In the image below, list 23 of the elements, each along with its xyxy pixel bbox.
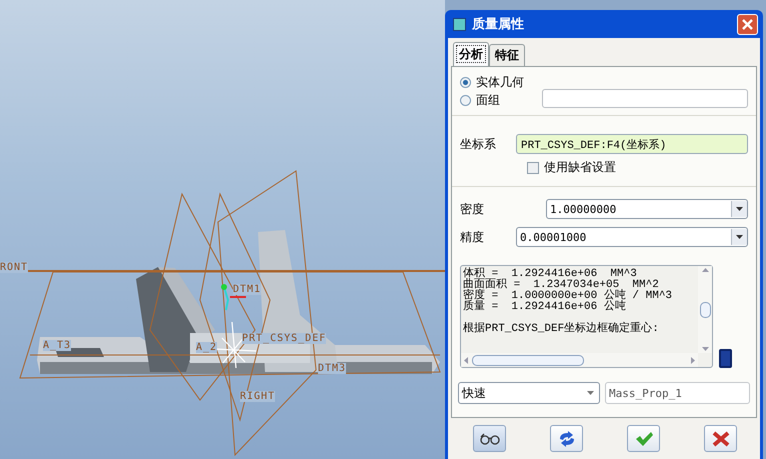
result-line: 根据PRT_CSYS_DEF坐标边框确定重心: (463, 324, 660, 335)
field-label: 精度 (460, 228, 484, 246)
datum-label: DTM3 (318, 363, 346, 374)
field-label: 坐标系 (460, 136, 496, 152)
datum-label: A_2 (196, 342, 218, 353)
field-label: 密度 (460, 200, 484, 218)
datum-label: A_T3 (43, 340, 72, 351)
tab[interactable]: 分析 (453, 42, 489, 66)
window-title: 质量属性 (472, 16, 525, 33)
datum-label: PRT_CSYS_DEF (242, 333, 326, 344)
datum-label: RONT (0, 262, 28, 273)
datum-label: DTM1 (233, 284, 262, 295)
radio-label: 面组 (476, 92, 500, 108)
accuracy-dropdown[interactable]: 0.00001000 (516, 227, 748, 247)
coordinate-system-field[interactable]: PRT_CSYS_DEF:F4(坐标系) (516, 134, 748, 154)
datum-label: RIGHT (240, 391, 276, 402)
checkbox-label: 使用缺省设置 (544, 159, 616, 176)
mode-dropdown[interactable]: 快速 (458, 382, 600, 404)
radio-label: 实体几何 (476, 74, 524, 90)
density-dropdown[interactable]: 1.00000000 (546, 199, 748, 219)
tab[interactable]: 特征 (489, 44, 525, 66)
name-field[interactable]: Mass_Prop_1 (605, 382, 750, 404)
result-line: 质量 = 1.2924416e+06 公吨 (463, 302, 627, 313)
